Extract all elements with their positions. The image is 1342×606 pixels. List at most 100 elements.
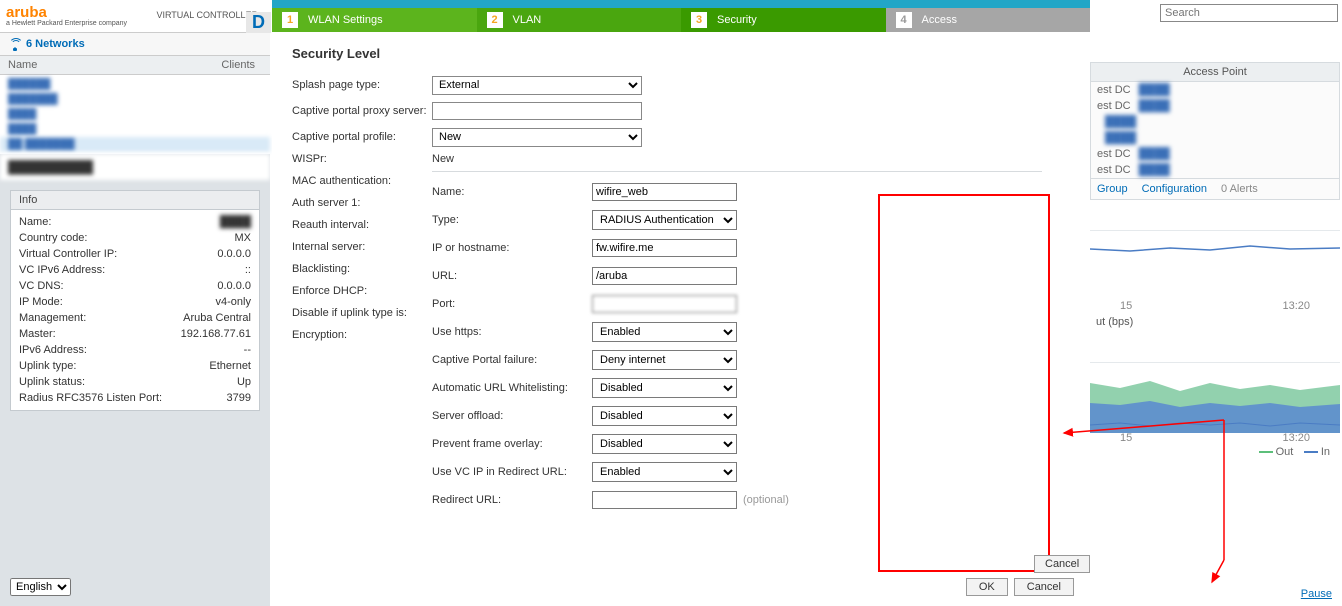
- legend-in: In: [1296, 446, 1330, 458]
- ok-button[interactable]: OK: [966, 578, 1008, 596]
- info-row: Uplink status:Up: [19, 374, 251, 390]
- networks-list: ██████ ███████ ████ ████ ██ ███████: [0, 75, 270, 154]
- frame-select[interactable]: Disabled: [592, 434, 737, 454]
- outer-cancel-button[interactable]: Cancel: [1034, 555, 1090, 573]
- partial-tab-letter: D: [246, 12, 271, 33]
- left-panel: aruba a Hewlett Packard Enterprise compa…: [0, 0, 270, 606]
- name-input[interactable]: [592, 183, 737, 201]
- info-row: Name:████: [19, 214, 251, 230]
- label-proxy: Captive portal proxy server:: [292, 105, 432, 117]
- label-name: Name:: [432, 186, 592, 198]
- network-row[interactable]: ██ ███████: [0, 137, 270, 152]
- label-splash: Splash page type:: [292, 78, 432, 92]
- networks-title-text: 6 Networks: [26, 38, 85, 50]
- vcip-select[interactable]: Enabled: [592, 462, 737, 482]
- ap-header: Access Point: [1091, 63, 1339, 82]
- network-icon: [8, 37, 22, 51]
- row-splash: Splash page type: External: [292, 75, 1070, 95]
- label-uplink: Disable if uplink type is:: [292, 307, 432, 319]
- label-blacklist: Blacklisting:: [292, 263, 432, 275]
- cp-failure-select[interactable]: Deny internet: [592, 350, 737, 370]
- chart-legend: Out In: [1090, 444, 1340, 460]
- button-bar: OK Cancel: [966, 578, 1074, 596]
- outer-cancel-area: Cancel: [1034, 555, 1090, 573]
- security-heading: Security Level: [292, 46, 1070, 61]
- info-body: Name:████ Country code:MX Virtual Contro…: [11, 210, 259, 410]
- ap-row[interactable]: ████: [1091, 114, 1339, 130]
- info-row: Radius RFC3576 Listen Port:3799: [19, 390, 251, 406]
- ap-row[interactable]: ████: [1091, 130, 1339, 146]
- step-access[interactable]: 4Access: [886, 8, 1091, 32]
- row-proxy: Captive portal proxy server:: [292, 101, 1070, 121]
- optional-text: (optional): [743, 494, 789, 506]
- brand-logo: aruba: [6, 5, 127, 20]
- link-config[interactable]: Configuration: [1142, 183, 1207, 195]
- label-cp-failure: Captive Portal failure:: [432, 354, 592, 366]
- network-row[interactable]: ███████: [0, 92, 270, 107]
- pause-link[interactable]: Pause: [1301, 588, 1332, 600]
- info-row: VC DNS:0.0.0.0: [19, 278, 251, 294]
- info-row: Uplink type:Ethernet: [19, 358, 251, 374]
- redirect-input[interactable]: [592, 491, 737, 509]
- info-box: Info Name:████ Country code:MX Virtual C…: [10, 190, 260, 411]
- ap-row[interactable]: est DC████: [1091, 162, 1339, 178]
- language-selector[interactable]: English: [10, 578, 71, 596]
- link-group[interactable]: Group: [1097, 183, 1128, 195]
- label-mac: MAC authentication:: [292, 175, 432, 187]
- brand-sub: a Hewlett Packard Enterprise company: [6, 20, 127, 27]
- wizard-steps: 1WLAN Settings 2VLAN 3Security 4Access: [272, 8, 1090, 32]
- splash-select[interactable]: External: [432, 76, 642, 95]
- logo-area: aruba a Hewlett Packard Enterprise compa…: [0, 0, 270, 32]
- ap-row[interactable]: est DC████: [1091, 146, 1339, 162]
- label-frame: Prevent frame overlay:: [432, 438, 592, 450]
- ap-row[interactable]: est DC████: [1091, 82, 1339, 98]
- label-encryption: Encryption:: [292, 329, 432, 341]
- search-input[interactable]: [1160, 4, 1338, 22]
- info-row: Country code:MX: [19, 230, 251, 246]
- url-input[interactable]: [592, 267, 737, 285]
- label-https: Use https:: [432, 326, 592, 338]
- ap-links: Group Configuration 0 Alerts: [1091, 178, 1339, 199]
- link-alerts[interactable]: 0 Alerts: [1221, 183, 1258, 195]
- label-wispr: WISPr:: [292, 153, 432, 165]
- type-select[interactable]: RADIUS Authentication: [592, 210, 737, 230]
- info-row: IP Mode:v4-only: [19, 294, 251, 310]
- step-wlan[interactable]: 1WLAN Settings: [272, 8, 477, 32]
- networks-title[interactable]: 6 Networks: [0, 32, 270, 56]
- step-vlan[interactable]: 2VLAN: [477, 8, 682, 32]
- cancel-button[interactable]: Cancel: [1014, 578, 1074, 596]
- access-point-panel: Access Point est DC████ est DC████ ████ …: [1090, 62, 1340, 200]
- info-title: Info: [11, 191, 259, 210]
- network-row[interactable]: ██████: [0, 77, 270, 92]
- label-port: Port:: [432, 298, 592, 310]
- offload-select[interactable]: Disabled: [592, 406, 737, 426]
- subpanel-header: New: [432, 153, 1042, 165]
- ap-row[interactable]: est DC████: [1091, 98, 1339, 114]
- whitelist-select[interactable]: Disabled: [592, 378, 737, 398]
- col-name[interactable]: Name: [8, 59, 37, 71]
- label-profile: Captive portal profile:: [292, 130, 432, 144]
- profile-select[interactable]: New: [432, 128, 642, 147]
- ip-input[interactable]: [592, 239, 737, 257]
- network-row[interactable]: ████: [0, 107, 270, 122]
- col-clients[interactable]: Clients: [221, 59, 255, 71]
- language-dropdown[interactable]: English: [10, 578, 71, 596]
- label-ip: IP or hostname:: [432, 242, 592, 254]
- label-reauth: Reauth interval:: [292, 219, 432, 231]
- right-panel: Access Point est DC████ est DC████ ████ …: [1090, 0, 1340, 606]
- step-security[interactable]: 3Security: [681, 8, 886, 32]
- network-row[interactable]: ████: [0, 122, 270, 137]
- info-row: VC IPv6 Address:::: [19, 262, 251, 278]
- profile-subpanel: New Name: Type:RADIUS Authentication IP …: [432, 153, 1042, 510]
- proxy-input[interactable]: [432, 102, 642, 120]
- chart-bottom-labels: 1513:20: [1090, 432, 1340, 444]
- label-offload: Server offload:: [432, 410, 592, 422]
- chart-bottom: [1090, 362, 1340, 432]
- wizard-dialog: 1WLAN Settings 2VLAN 3Security 4Access S…: [272, 0, 1090, 606]
- label-url: URL:: [432, 270, 592, 282]
- chart-top-labels: 1513:20: [1090, 300, 1340, 312]
- port-input[interactable]: [592, 295, 737, 313]
- info-row: Management:Aruba Central: [19, 310, 251, 326]
- https-select[interactable]: Enabled: [592, 322, 737, 342]
- label-internal: Internal server:: [292, 241, 432, 253]
